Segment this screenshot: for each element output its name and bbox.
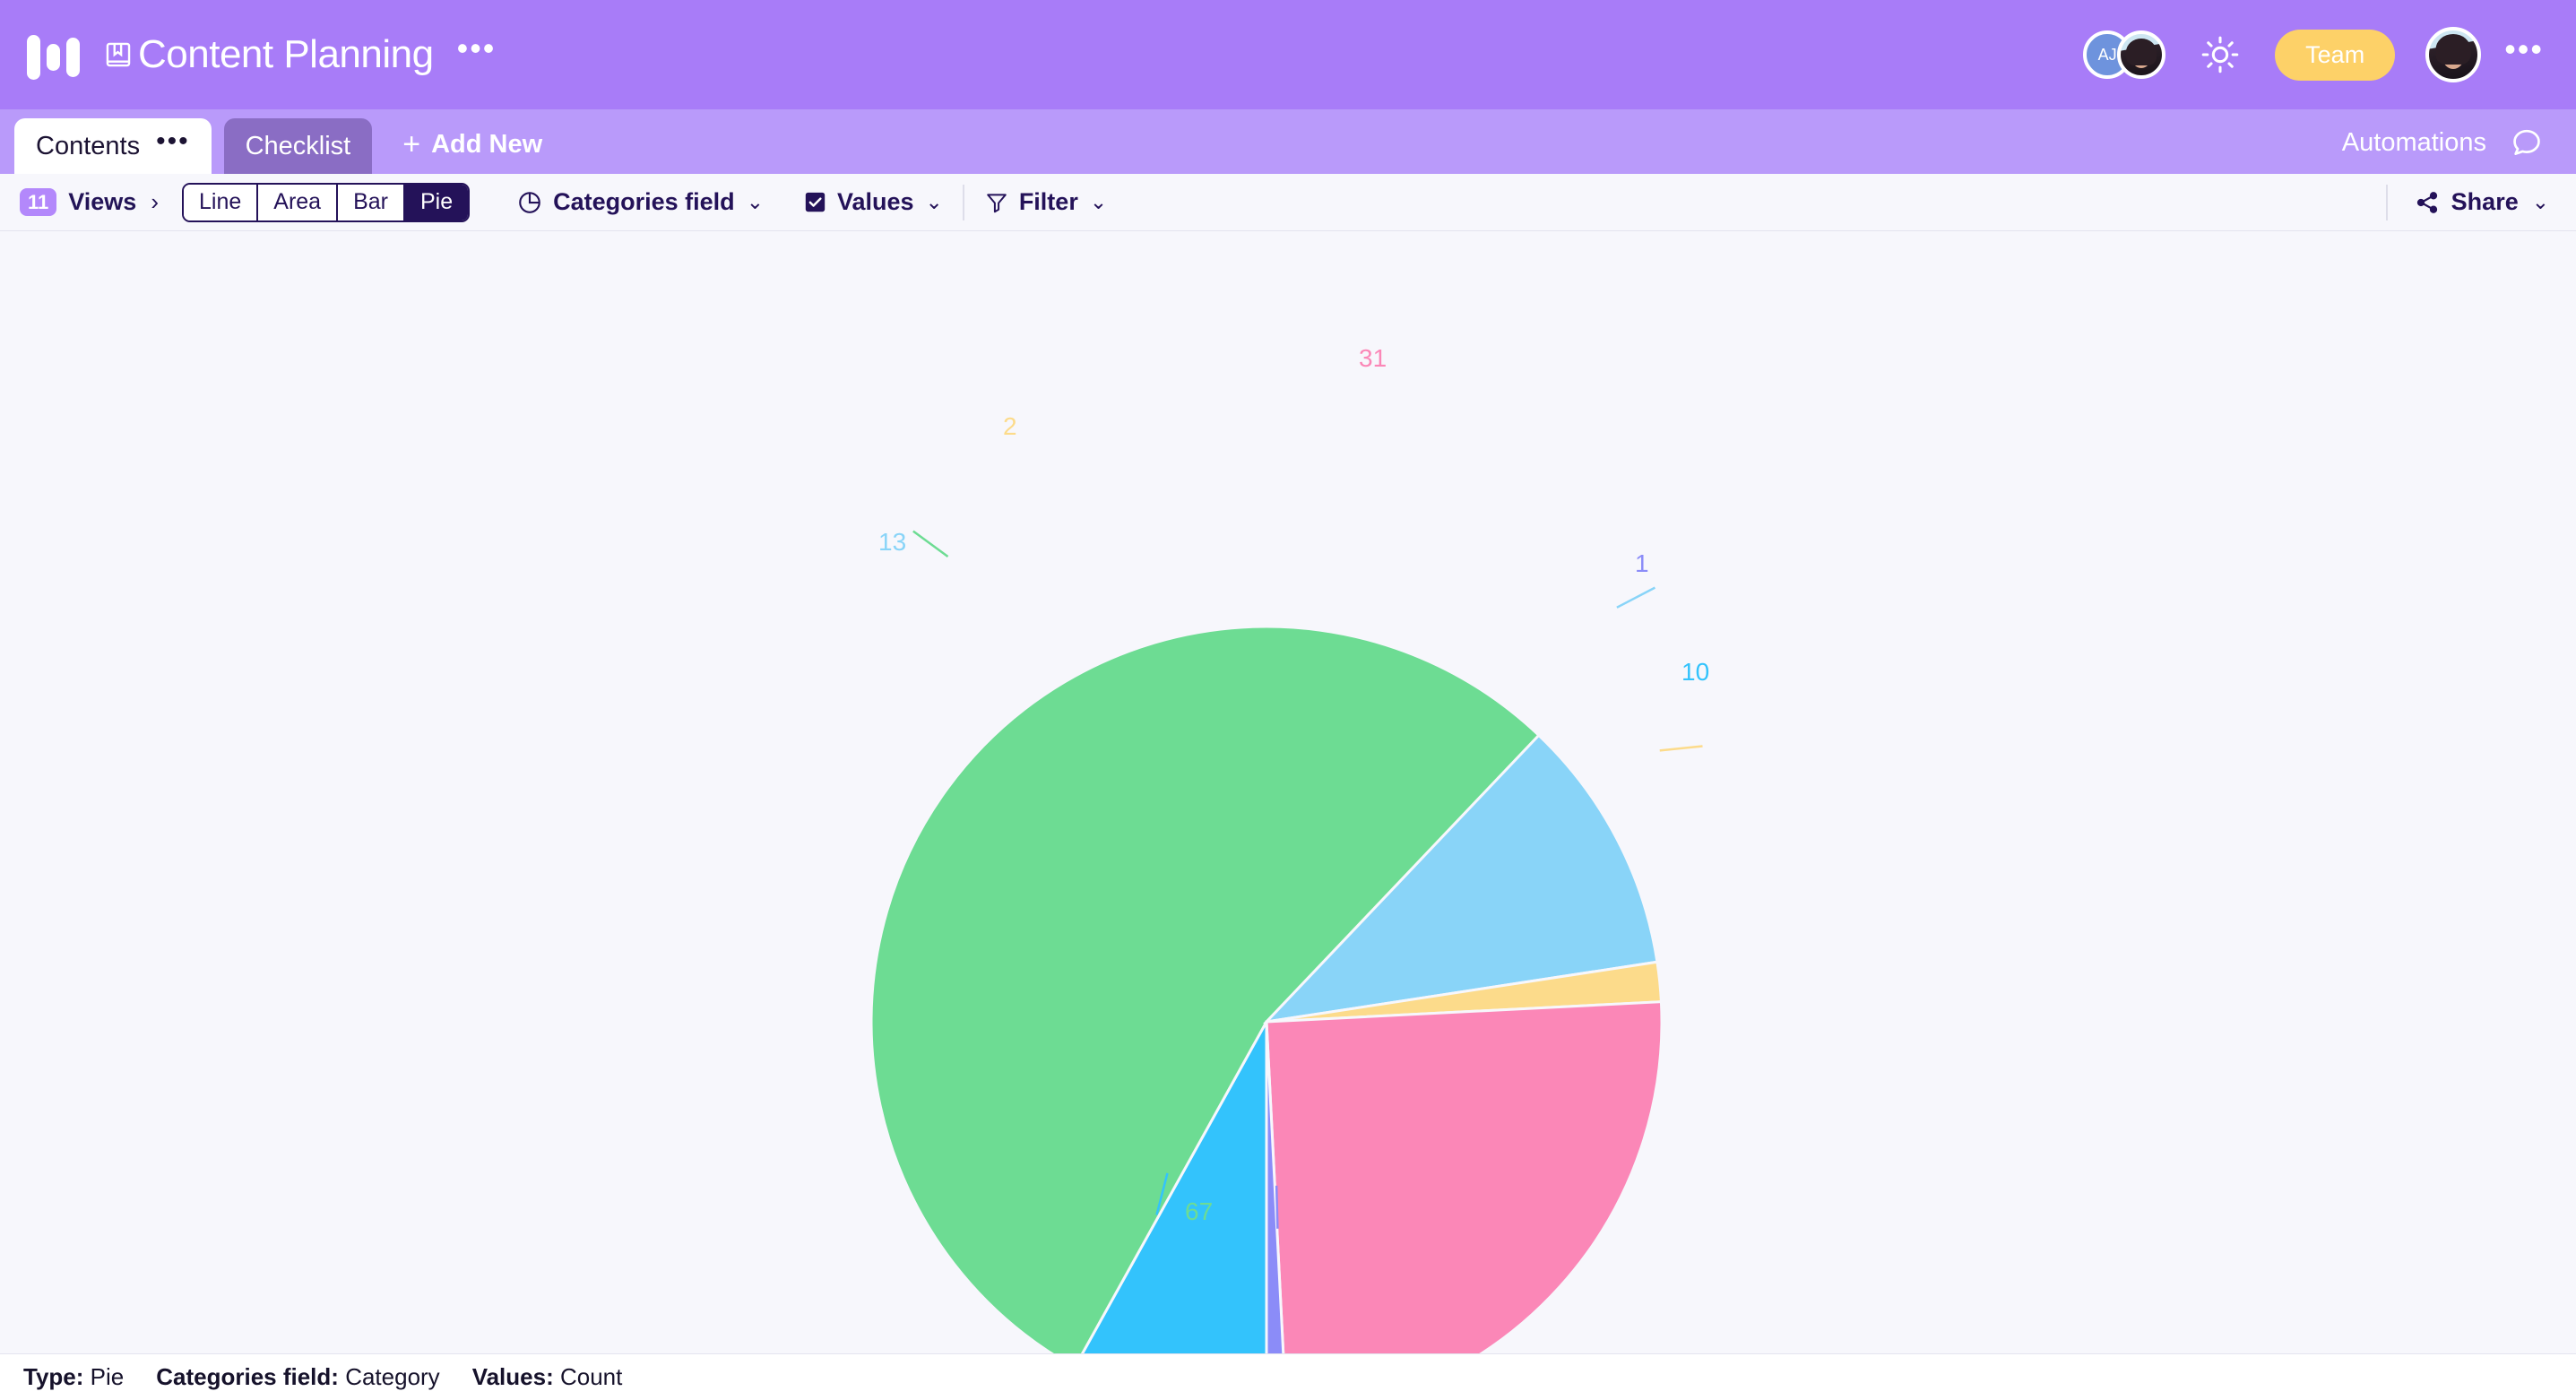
share-button[interactable]: Share ⌄ [2388, 188, 2549, 216]
status-type-value: Pie [90, 1363, 125, 1390]
logo-bar-1 [27, 35, 40, 80]
share-icon [2416, 191, 2437, 213]
categories-field-dropdown[interactable]: Categories field ⌄ [497, 188, 783, 216]
logo-bar-3 [66, 38, 80, 77]
views-button[interactable]: 11 Views › [20, 187, 159, 217]
status-type: Type: Pie [23, 1363, 124, 1391]
chart-toolbar: 11 Views › Line Area Bar Pie Categories … [0, 174, 2576, 231]
logo-bar-2 [47, 44, 60, 71]
chevron-right-icon: › [151, 188, 159, 215]
values-label: Values [836, 188, 914, 215]
tab-contents-label: Contents [36, 131, 141, 160]
collaborator-avatars[interactable]: AJ [2083, 30, 2166, 79]
pie-chart-svg [870, 626, 1663, 1400]
views-label: Views [68, 188, 137, 215]
status-values-key: Values: [471, 1363, 554, 1390]
tab-bar-right-group: Automations [2342, 125, 2576, 174]
leader-line [1659, 745, 1703, 752]
chart-type-area[interactable]: Area [258, 184, 339, 220]
chart-canvas: 3121311067 DataE-BookHow ToNewsProduct U… [0, 231, 2576, 1400]
chevron-down-icon: ⌄ [925, 190, 943, 213]
chart-status-bar: Type: Pie Categories field: Category Val… [0, 1353, 2576, 1400]
pie-data-label: 31 [1359, 344, 1387, 372]
tab-checklist-label: Checklist [245, 131, 351, 160]
pie-data-label: 10 [1681, 658, 1710, 686]
checkbox-icon [805, 192, 826, 212]
automations-button[interactable]: Automations [2342, 128, 2486, 158]
avatar-photo[interactable] [2117, 30, 2166, 79]
pie-data-label: 1 [1635, 549, 1649, 577]
tab-contents-more-button[interactable]: ••• [156, 128, 190, 156]
header-overflow-button[interactable]: ••• [2504, 33, 2544, 68]
status-type-key: Type: [23, 1363, 84, 1390]
plus-icon: + [402, 127, 421, 161]
status-categories-value: Category [345, 1363, 440, 1390]
chart-type-segmented-control[interactable]: Line Area Bar Pie [182, 182, 471, 222]
chevron-down-icon: ⌄ [1089, 190, 1108, 213]
pie-data-label: 67 [1185, 1197, 1214, 1225]
status-values-value: Count [559, 1363, 623, 1390]
status-values: Values: Count [472, 1363, 623, 1391]
header-right-group: AJ Team ••• [2083, 27, 2544, 82]
leader-line [1616, 586, 1656, 609]
chart-type-bar[interactable]: Bar [338, 184, 405, 220]
add-new-label: Add New [431, 129, 543, 159]
funnel-icon [987, 193, 1007, 212]
tab-checklist[interactable]: Checklist [223, 118, 373, 174]
chevron-down-icon: ⌄ [746, 190, 764, 213]
categories-field-label: Categories field [553, 188, 735, 215]
share-label: Share [2451, 188, 2519, 215]
chevron-down-icon: ⌄ [2531, 190, 2549, 213]
add-new-button[interactable]: + Add New [402, 129, 542, 174]
status-categories-key: Categories field: [156, 1363, 339, 1390]
team-badge[interactable]: Team [2275, 29, 2396, 81]
sun-icon[interactable] [2200, 34, 2241, 75]
pie-chart[interactable] [870, 626, 1663, 1400]
chart-type-pie[interactable]: Pie [404, 184, 469, 220]
tab-bar: Contents ••• Checklist + Add New Automat… [0, 109, 2576, 174]
pie-data-label: 2 [1003, 412, 1017, 440]
comment-icon[interactable] [2510, 125, 2544, 160]
page-title: Content Planning [138, 32, 434, 76]
tab-contents[interactable]: Contents ••• [14, 118, 212, 174]
user-avatar[interactable] [2425, 27, 2482, 82]
pie-chart-icon [519, 191, 540, 213]
app-header: Content Planning ••• AJ Team ••• [0, 0, 2576, 109]
app-logo[interactable] [27, 30, 80, 80]
header-title-group[interactable]: Content Planning ••• [103, 32, 496, 77]
filter-dropdown[interactable]: Filter ⌄ [964, 188, 1127, 216]
book-icon [106, 42, 131, 67]
chart-type-line[interactable]: Line [184, 184, 259, 220]
filter-label: Filter [1018, 188, 1078, 215]
values-dropdown[interactable]: Values ⌄ [783, 188, 963, 216]
header-more-button[interactable]: ••• [457, 32, 497, 69]
leader-line [912, 530, 949, 557]
status-categories-field: Categories field: Category [156, 1363, 439, 1391]
toolbar-right-group: Share ⌄ [2385, 184, 2549, 220]
pie-slice-group [870, 626, 1663, 1400]
views-count-badge: 11 [20, 187, 57, 217]
pie-data-label: 13 [878, 528, 907, 556]
pie-slice[interactable] [1265, 1000, 1663, 1400]
